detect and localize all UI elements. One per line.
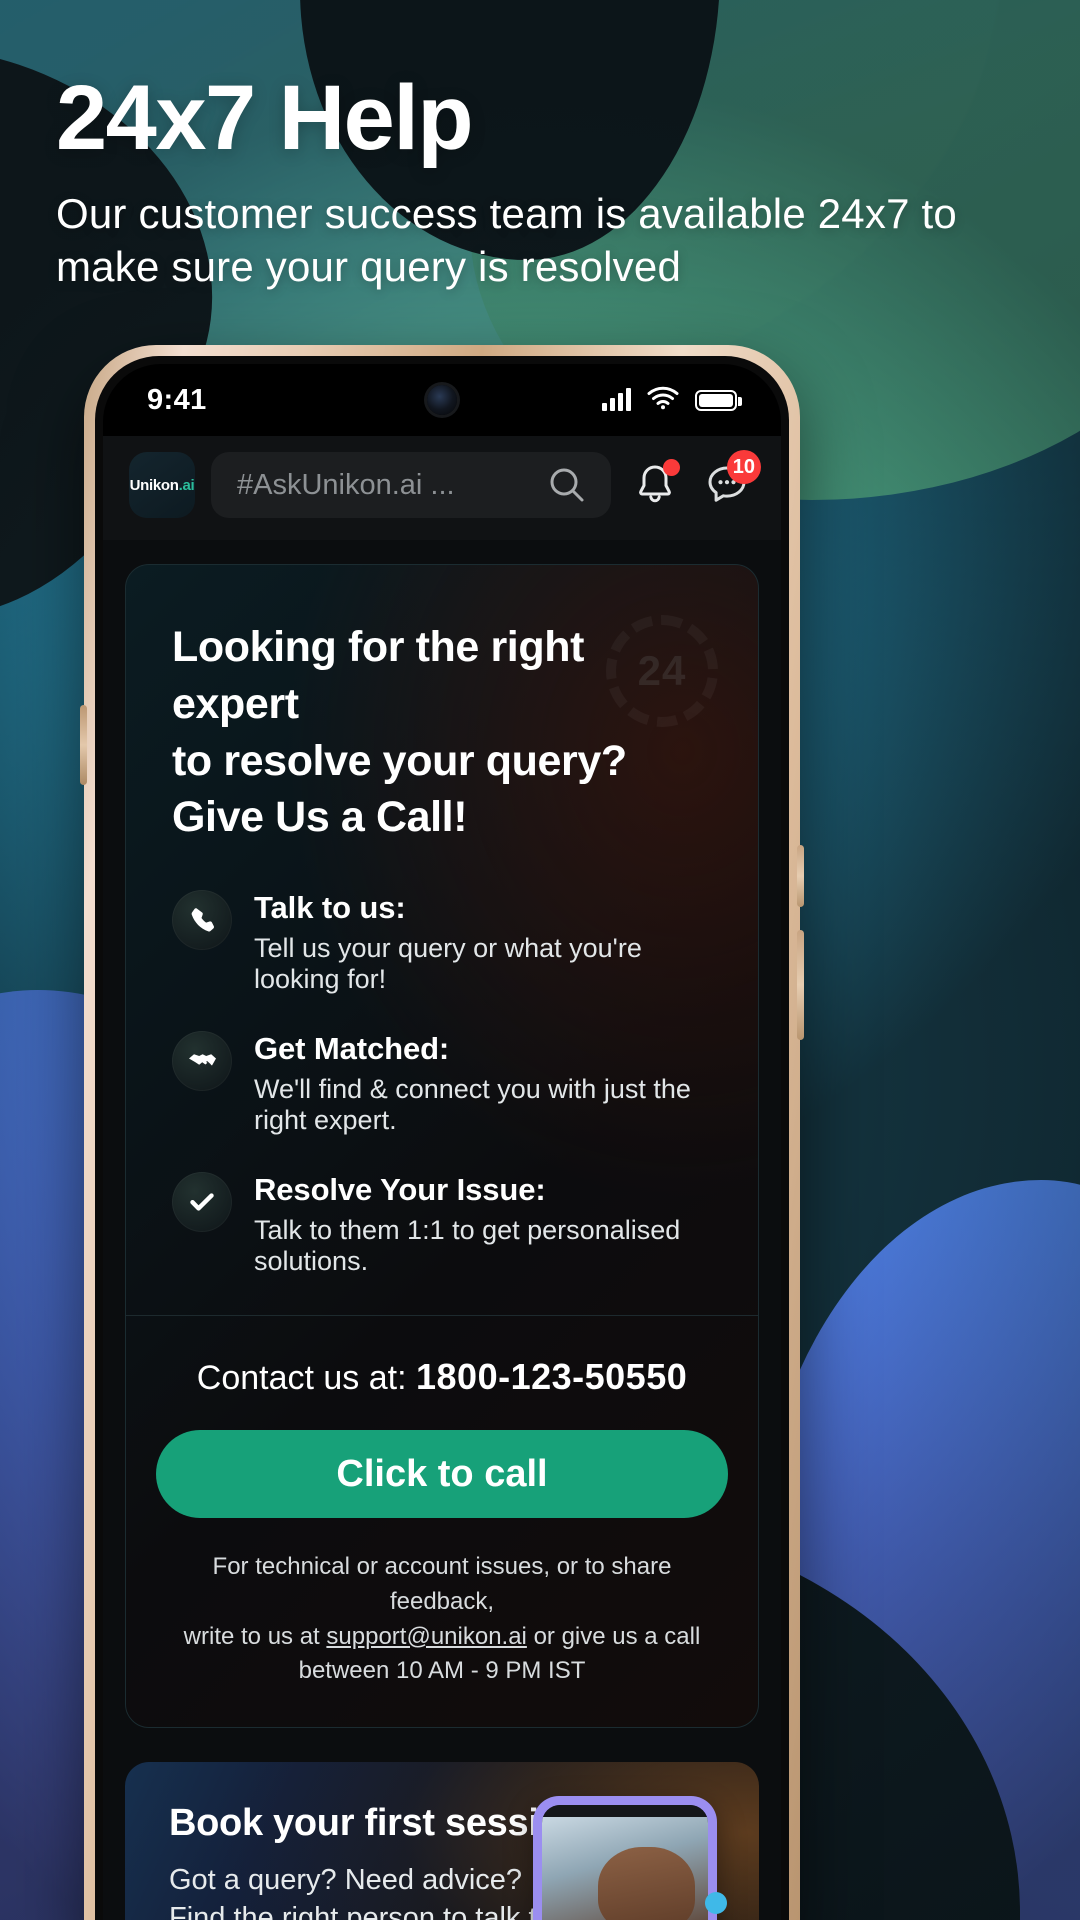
phone-icon bbox=[191, 908, 215, 932]
chat-button[interactable]: 10 bbox=[699, 450, 761, 513]
phone-screen: 9:41 Unikon .ai #AskUnikon.ai ... 10 24 … bbox=[103, 364, 781, 1920]
phone-volume-up-button[interactable] bbox=[797, 845, 804, 907]
mini-accent-dot bbox=[705, 1892, 727, 1915]
support-step: Resolve Your Issue: Talk to them 1:1 to … bbox=[172, 1172, 712, 1281]
step-description: We'll find & connect you with just the r… bbox=[254, 1074, 691, 1135]
book-subtitle-line-1: Got a query? Need advice? bbox=[169, 1864, 523, 1897]
status-bar-time: 9:41 bbox=[147, 383, 207, 416]
support-email-link[interactable]: support@unikon.ai bbox=[326, 1623, 526, 1650]
video-call-preview-icon bbox=[533, 1796, 727, 1920]
search-input[interactable]: #AskUnikon.ai ... bbox=[211, 452, 611, 518]
step-title: Talk to us: bbox=[254, 890, 406, 925]
support-step: Get Matched: We'll find & connect you wi… bbox=[172, 1031, 712, 1172]
fineprint-line-1: For technical or account issues, or to s… bbox=[212, 1553, 672, 1615]
step-description: Tell us your query or what you're lookin… bbox=[254, 933, 642, 994]
search-icon[interactable] bbox=[545, 463, 589, 507]
book-subtitle-line-2: Find the right person to talk to. bbox=[169, 1902, 561, 1920]
support-heading-line-1: Looking for the right expert bbox=[172, 623, 584, 728]
step-text: Resolve Your Issue: Talk to them 1:1 to … bbox=[254, 1172, 712, 1277]
handshake-icon bbox=[189, 1054, 216, 1070]
support-step: Talk to us: Tell us your query or what y… bbox=[172, 890, 712, 1031]
contact-label: Contact us at: bbox=[196, 1359, 407, 1397]
support-heading-line-3: Give Us a Call! bbox=[172, 793, 468, 842]
support-steps-list: Talk to us: Tell us your query or what y… bbox=[126, 846, 758, 1315]
support-card: 24 Looking for the right expert to resol… bbox=[125, 564, 759, 1729]
app-header: Unikon .ai #AskUnikon.ai ... 10 bbox=[103, 436, 781, 540]
click-to-call-button[interactable]: Click to call bbox=[156, 1430, 728, 1518]
notification-dot-badge bbox=[663, 459, 680, 476]
book-session-card[interactable]: Book your first session Got a query? Nee… bbox=[125, 1762, 759, 1920]
hero-subtitle: Our customer success team is available 2… bbox=[56, 190, 957, 290]
mini-participant-top bbox=[542, 1817, 708, 1920]
signal-bars-icon bbox=[602, 388, 631, 411]
hero-copy: 24x7 Help Our customer success team is a… bbox=[56, 72, 1016, 294]
front-camera-icon bbox=[427, 385, 457, 415]
app-logo[interactable]: Unikon .ai bbox=[129, 452, 195, 518]
battery-full-icon bbox=[695, 389, 742, 411]
fineprint-line-2-after: or give us a call bbox=[533, 1622, 701, 1650]
contact-line: Contact us at: 1800-123-50550 bbox=[126, 1316, 758, 1398]
step-text: Talk to us: Tell us your query or what y… bbox=[254, 890, 712, 995]
notification-bell-button[interactable] bbox=[627, 457, 683, 513]
phone-mockup: 9:41 Unikon .ai #AskUnikon.ai ... 10 24 … bbox=[80, 345, 804, 1920]
status-bar: 9:41 bbox=[103, 364, 781, 436]
mini-status-bar bbox=[542, 1805, 708, 1818]
phone-volume-down-button[interactable] bbox=[797, 930, 804, 1040]
support-card-heading: Looking for the right expert to resolve … bbox=[126, 565, 758, 846]
search-placeholder: #AskUnikon.ai ... bbox=[237, 468, 455, 501]
phone-frame: 9:41 Unikon .ai #AskUnikon.ai ... 10 24 … bbox=[80, 345, 804, 1920]
chat-count-badge: 10 bbox=[726, 450, 761, 484]
check-icon bbox=[190, 1193, 214, 1211]
step-title: Get Matched: bbox=[254, 1031, 450, 1066]
phone-left-button[interactable] bbox=[80, 705, 87, 785]
support-heading-line-2: to resolve your query? bbox=[172, 736, 627, 785]
phone-bezel: 9:41 Unikon .ai #AskUnikon.ai ... 10 24 … bbox=[95, 356, 789, 1920]
wifi-icon bbox=[647, 386, 679, 415]
contact-number: 1800-123-50550 bbox=[416, 1356, 688, 1397]
step-icon-wrap bbox=[172, 1031, 232, 1091]
step-icon-wrap bbox=[172, 1172, 232, 1232]
hero-title: 24x7 Help bbox=[56, 67, 474, 169]
step-description: Talk to them 1:1 to get personalised sol… bbox=[254, 1215, 681, 1276]
app-logo-accent: .ai bbox=[178, 476, 195, 494]
app-content: 24 Looking for the right expert to resol… bbox=[103, 540, 781, 1920]
step-icon-wrap bbox=[172, 890, 232, 950]
mini-phone-screen bbox=[542, 1805, 708, 1920]
fineprint-line-2-before: write to us at bbox=[183, 1622, 320, 1650]
step-text: Get Matched: We'll find & connect you wi… bbox=[254, 1031, 712, 1136]
support-fineprint: For technical or account issues, or to s… bbox=[126, 1518, 758, 1727]
app-logo-primary: Unikon bbox=[129, 476, 179, 494]
step-title: Resolve Your Issue: bbox=[254, 1172, 546, 1207]
fineprint-line-3: between 10 AM - 9 PM IST bbox=[298, 1657, 586, 1685]
status-bar-indicators bbox=[602, 386, 742, 415]
